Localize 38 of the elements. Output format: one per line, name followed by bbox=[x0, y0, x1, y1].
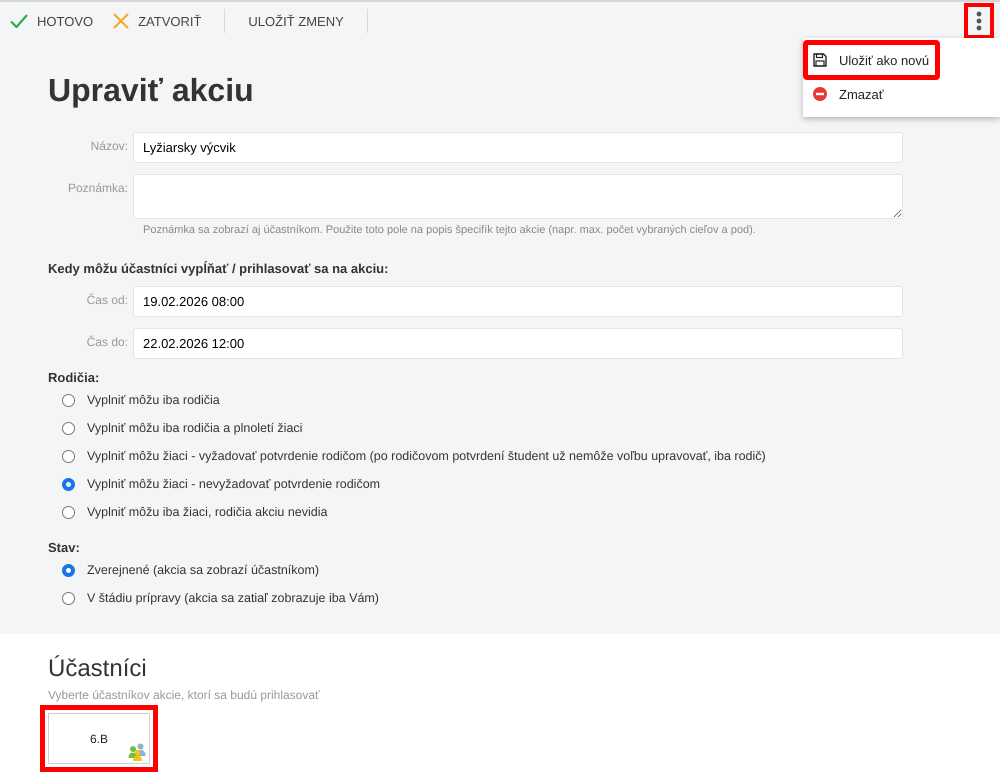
radio-label: Vyplniť môžu žiaci - vyžadovať potvrdenie rodičom (po rodičovom potvrdení študent už nemôže voľbu upravovať, iba rodič) bbox=[87, 449, 766, 463]
save-changes-button[interactable]: ULOŽIŤ ZMENY bbox=[238, 6, 354, 36]
radio-button[interactable] bbox=[62, 394, 75, 406]
radio-label: Zverejnené (akcia sa zobrazí účastníkom) bbox=[87, 563, 320, 577]
field-hint: Poznámka sa zobrazí aj účastníkom. Použite toto pole na popis špecifík tejto akcie (napr. max. počet vybraných cieľov a pod). bbox=[143, 223, 756, 237]
textarea-field[interactable] bbox=[133, 174, 903, 219]
radio-button[interactable] bbox=[62, 478, 75, 490]
field-label: Názov: bbox=[90, 138, 128, 153]
radio-button[interactable] bbox=[62, 450, 75, 462]
minus-circle-icon bbox=[813, 87, 827, 101]
radio-label: Vyplniť môžu iba žiaci, rodičia akciu nevidia bbox=[87, 505, 328, 519]
radio-label: Vyplniť môžu iba rodičia a plnoletí žiaci bbox=[87, 421, 302, 435]
done-button[interactable]: HOTOVO bbox=[0, 6, 104, 36]
group-icon bbox=[128, 743, 146, 761]
radio-button[interactable] bbox=[62, 592, 75, 604]
datetime-input[interactable]: 22.02.2026 12:00 bbox=[133, 328, 903, 359]
field-label: Poznámka: bbox=[68, 180, 128, 195]
close-button[interactable]: ZATVORIŤ bbox=[103, 6, 212, 36]
section-subtitle: Vyberte účastníkov akcie, ktorí sa budú prihlasovať bbox=[48, 688, 320, 703]
check-icon bbox=[10, 14, 28, 28]
section-heading: Rodičia: bbox=[48, 370, 100, 386]
group-tile[interactable]: 6.B bbox=[48, 713, 150, 764]
field-label: Čas do: bbox=[86, 334, 128, 349]
section-heading: Stav: bbox=[48, 540, 80, 556]
radio-label: Vyplniť môžu žiaci - nevyžadovať potvrdenie rodičom bbox=[87, 477, 380, 491]
radio-label: Vyplniť môžu iba rodičia bbox=[87, 393, 220, 407]
more-icon bbox=[976, 11, 982, 31]
field-label: Čas od: bbox=[86, 292, 128, 307]
section-heading: Kedy môžu účastníci vypĺňať / prihlasovať sa na akciu: bbox=[48, 261, 388, 277]
text-input[interactable]: Lyžiarsky výcvik bbox=[133, 132, 903, 163]
close-icon bbox=[113, 13, 130, 29]
section-title: Účastníci bbox=[48, 654, 147, 684]
radio-button[interactable] bbox=[62, 422, 75, 434]
datetime-input[interactable]: 19.02.2026 08:00 bbox=[133, 286, 903, 317]
radio-button[interactable] bbox=[62, 564, 75, 576]
radio-button[interactable] bbox=[62, 506, 75, 518]
radio-label: V štádiu prípravy (akcia sa zatiaľ zobrazuje iba Vám) bbox=[87, 591, 379, 605]
page-title: Upraviť akciu bbox=[48, 71, 254, 110]
